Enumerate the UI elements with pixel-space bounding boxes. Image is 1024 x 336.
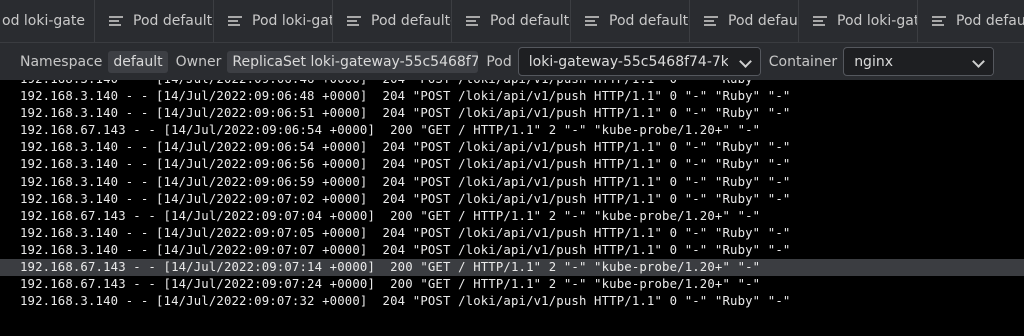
log-line: 192.168.3.140 - - [14/Jul/2022:09:06:51 … [20, 106, 791, 121]
tab-bar: od loki-gate Pod default-l Pod loki-gate… [0, 0, 1024, 43]
tab-pod-log[interactable]: Pod loki-gate [214, 0, 333, 42]
log-icon [228, 15, 242, 28]
owner-label: Owner [175, 53, 222, 70]
tab-label: Pod loki-gate [252, 13, 332, 29]
log-line: 192.168.67.143 - - [14/Jul/2022:09:06:54… [20, 123, 761, 138]
log-line: 192.168.3.140 - - [14/Jul/2022:09:07:02 … [20, 191, 791, 206]
log-line: 192.168.3.140 - - [14/Jul/2022:09:07:07 … [20, 242, 791, 257]
namespace-badge: default [108, 50, 168, 73]
tab-pod-log[interactable]: Pod default-l [690, 0, 799, 42]
tab-pod-log[interactable]: Pod default-l [452, 0, 571, 42]
log-icon [813, 15, 827, 28]
pod-select-value: loki-gateway-55c5468f74-7k88j [528, 53, 751, 70]
container-select-value: nginx [854, 53, 893, 70]
tab-label: Pod default-l [133, 13, 213, 29]
owner-badge: ReplicaSet loki-gateway-55c5468f74 [227, 50, 479, 73]
log-line: 192.168.3.140 - - [14/Jul/2022:09:06:59 … [20, 174, 791, 189]
tab-label: od loki-gate [2, 13, 85, 29]
log-icon [466, 15, 480, 28]
pod-select[interactable]: loki-gateway-55c5468f74-7k88j [517, 47, 761, 76]
tab-pod-log[interactable]: Pod default-l [95, 0, 214, 42]
container-label: Container [768, 53, 838, 70]
tab-pod-log[interactable]: Pod loki-gate [799, 0, 918, 42]
tab-label: Pod default-l [609, 13, 689, 29]
tab-label: Pod default-l [371, 13, 451, 29]
tab-label: Pod default-l [728, 13, 798, 29]
log-line: 192.168.3.140 - - [14/Jul/2022:09:06:48 … [20, 89, 791, 104]
container-select[interactable]: nginx [843, 47, 995, 76]
tab-pod-log[interactable]: Pod default-l [918, 0, 1024, 42]
tab-pod-log[interactable]: Pod default-l [571, 0, 690, 42]
namespace-label: Namespace [20, 53, 103, 70]
log-line: 192.168.3.140 - - [14/Jul/2022:09:06:46 … [0, 80, 1024, 88]
log-line-selected: 192.168.67.143 - - [14/Jul/2022:09:07:14… [0, 259, 1024, 277]
log-icon [109, 15, 123, 28]
tab-label: Pod default-l [956, 13, 1024, 29]
log-line: 192.168.3.140 - - [14/Jul/2022:09:07:32 … [20, 294, 791, 309]
tab-label: Pod default-l [490, 13, 570, 29]
tab-pod-log[interactable]: Pod default-l [333, 0, 452, 42]
log-line: 192.168.3.140 - - [14/Jul/2022:09:06:56 … [20, 157, 791, 172]
pod-label: Pod [486, 53, 512, 70]
tab-label: Pod loki-gate [837, 13, 917, 29]
tab-pod-log[interactable]: od loki-gate [0, 0, 95, 42]
log-icon [704, 15, 718, 28]
log-filter-bar: Namespace default Owner ReplicaSet loki-… [0, 43, 1024, 80]
log-icon [347, 15, 361, 28]
log-line: 192.168.3.140 - - [14/Jul/2022:09:06:54 … [20, 140, 791, 155]
log-line: 192.168.67.143 - - [14/Jul/2022:09:07:24… [20, 277, 761, 292]
log-icon [585, 15, 599, 28]
log-output[interactable]: 192.168.3.140 - - [14/Jul/2022:09:06:46 … [0, 80, 1024, 336]
log-line: 192.168.67.143 - - [14/Jul/2022:09:07:04… [20, 208, 761, 223]
log-line: 192.168.3.140 - - [14/Jul/2022:09:07:05 … [20, 225, 791, 240]
log-icon [932, 15, 946, 28]
